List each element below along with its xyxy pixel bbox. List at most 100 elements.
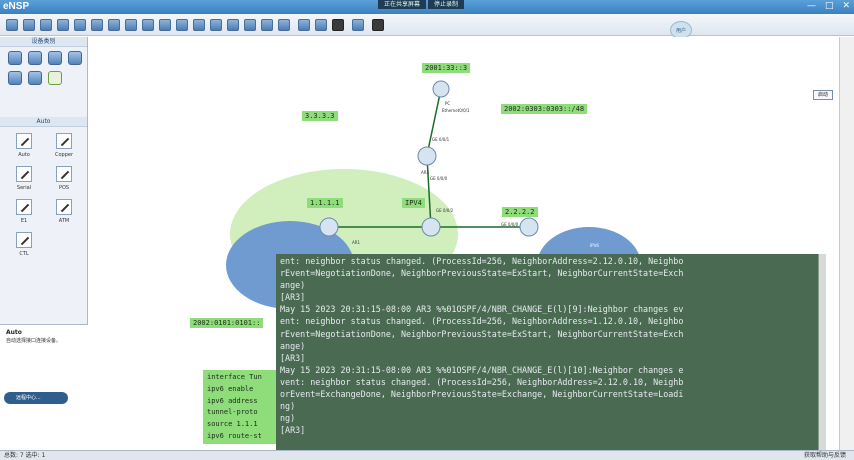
loopback-111-label[interactable]: 1.1.1.1 xyxy=(307,198,343,208)
ipv6-left-label[interactable]: 2002:0101:0101:: xyxy=(190,318,264,328)
save-as-icon[interactable] xyxy=(74,19,86,31)
ar3-router-icon[interactable] xyxy=(417,146,437,166)
left-router-icon[interactable] xyxy=(319,217,339,237)
cable-label: Copper xyxy=(54,152,74,158)
terminal-scrollbar[interactable] xyxy=(818,254,826,450)
canvas-vertical-scrollbar[interactable] xyxy=(839,37,854,450)
terminal-line: ent: neighbor status changed. (ProcessId… xyxy=(280,316,684,327)
maximize-button[interactable]: □ xyxy=(825,1,834,11)
ar1-name-label: AR1 xyxy=(352,240,361,245)
auto-cable-icon xyxy=(16,133,32,149)
device-category-header: 设备类别 xyxy=(0,37,87,47)
delete-link-icon[interactable] xyxy=(193,19,205,31)
firewall-category-icon[interactable] xyxy=(68,51,82,65)
print-icon[interactable] xyxy=(91,19,103,31)
help-feedback-link[interactable]: 获取帮助与反馈 xyxy=(804,451,846,460)
terminal-category-icon[interactable] xyxy=(8,71,22,85)
capture-icon[interactable] xyxy=(332,19,344,31)
zoom-out-icon[interactable] xyxy=(261,19,273,31)
ar1-router-icon[interactable] xyxy=(421,217,441,237)
cable-ctl[interactable]: CTL xyxy=(4,232,44,257)
new-example-icon[interactable] xyxy=(23,19,35,31)
cable-serial[interactable]: Serial xyxy=(4,166,44,191)
terminal-line: ent: neighbor status changed. (ProcessId… xyxy=(280,256,684,266)
console-icon[interactable] xyxy=(352,19,364,31)
undo-icon[interactable] xyxy=(108,19,120,31)
description-title: Auto xyxy=(6,329,22,336)
cable-header: Auto xyxy=(0,117,87,127)
right-router-icon[interactable] xyxy=(519,217,539,237)
close-button[interactable]: ✕ xyxy=(842,1,850,11)
cable-pos[interactable]: POS xyxy=(44,166,84,191)
terminal-line: ange) xyxy=(280,340,306,351)
redo-icon[interactable] xyxy=(125,19,137,31)
copper-cable-icon xyxy=(56,133,72,149)
zoom-reset-icon[interactable] xyxy=(278,19,290,31)
loopback-333-label[interactable]: 3.3.3.3 xyxy=(302,111,338,121)
switch-category-icon[interactable] xyxy=(28,51,42,65)
terminal-line: vent: neighbor status changed. (ProcessI… xyxy=(280,376,684,387)
pc-name-label: PC xyxy=(445,101,451,106)
pos-cable-icon xyxy=(56,166,72,182)
zoom-in-icon[interactable] xyxy=(244,19,256,31)
terminal-prompt: [AR3] xyxy=(280,425,306,436)
cli-terminal[interactable]: ent: neighbor status changed. (ProcessId… xyxy=(276,254,818,450)
ipv4-area-label[interactable]: IPV4 xyxy=(402,198,425,208)
ctl-cable-icon xyxy=(16,232,32,248)
e1-cable-icon xyxy=(16,199,32,215)
delete-icon[interactable] xyxy=(176,19,188,31)
minimize-button[interactable]: — xyxy=(807,1,816,11)
remote-center-button[interactable]: 远程中心... xyxy=(4,392,68,404)
terminal-line: May 15 2023 20:31:15-08:00 AR3 %%01OSPF/… xyxy=(280,364,684,375)
new-topology-icon[interactable] xyxy=(6,19,18,31)
stop-device-icon[interactable] xyxy=(315,19,327,31)
window-controls: — □ ✕ xyxy=(807,1,850,11)
router-category-icon[interactable] xyxy=(8,51,22,65)
terminal-line: May 15 2023 20:31:15-08:00 AR3 %%01OSPF/… xyxy=(280,304,684,315)
open-icon[interactable] xyxy=(40,19,52,31)
stop-recording-button[interactable]: 停止录制 xyxy=(428,0,465,9)
loopback-222-label[interactable]: 2.2.2.2 xyxy=(502,207,538,217)
cable-e1[interactable]: E1 xyxy=(4,199,44,224)
right-port-label: GE 0/0/0 xyxy=(501,222,519,227)
status-bar: 总数: 7 选中: 1 获取帮助与反馈 xyxy=(0,450,854,460)
cable-atm[interactable]: ATM xyxy=(44,199,84,224)
select-icon[interactable] xyxy=(142,19,154,31)
ar3-port-label-2: GE 0/0/0 xyxy=(430,176,448,181)
text-icon[interactable] xyxy=(210,19,222,31)
ipv6-right-label[interactable]: 2002:0303:0303::/48 xyxy=(501,104,588,114)
topology-icon[interactable] xyxy=(372,19,384,31)
cable-label: Serial xyxy=(16,185,32,191)
other-device-category-icon[interactable] xyxy=(28,71,42,85)
device-category-grid xyxy=(0,47,87,89)
link-pc-ar3[interactable] xyxy=(426,88,442,156)
atm-cable-icon xyxy=(56,199,72,215)
ipv6-right-area-label: IPV6 xyxy=(590,243,599,248)
palette-icon[interactable] xyxy=(227,19,239,31)
device-panel: 设备类别 Auto Auto Copper Serial POS E1 ATM … xyxy=(0,37,88,450)
description-text: 自动选择接口连接设备。 xyxy=(6,338,62,344)
terminal-line: [AR3] xyxy=(280,292,306,303)
start-device-icon[interactable] xyxy=(298,19,310,31)
move-icon[interactable] xyxy=(159,19,171,31)
sharing-indicator[interactable]: 正在共享屏幕 xyxy=(378,0,427,9)
wlan-category-icon[interactable] xyxy=(48,51,62,65)
terminal-line: orEvent=ExchangeDone, NeighborPreviousSt… xyxy=(280,389,684,400)
ar3-port-label: GE 0/0/1 xyxy=(432,137,450,142)
ar1-port-label: GE 0/0/2 xyxy=(436,208,454,213)
cable-category-icon[interactable] xyxy=(48,71,62,85)
ipv6-top-label[interactable]: 2001:33::3 xyxy=(422,63,471,73)
cable-auto[interactable]: Auto xyxy=(4,133,44,158)
terminal-line: [AR3] xyxy=(280,352,306,363)
ar3-name-label: AR3 xyxy=(421,170,430,175)
main-toolbar: 用户 xyxy=(0,14,854,39)
terminal-line: ange) xyxy=(280,280,306,291)
cable-copper[interactable]: Copper xyxy=(44,133,84,158)
terminal-line: rEvent=NegotiationDone, NeighborPrevious… xyxy=(280,328,684,339)
save-icon[interactable] xyxy=(57,19,69,31)
user-label: 用户 xyxy=(675,28,686,34)
launch-button[interactable]: 启动 xyxy=(813,90,833,100)
pc-node-icon[interactable] xyxy=(432,80,450,98)
terminal-line: rEvent=NegotiationDone, NeighborPrevious… xyxy=(280,268,684,279)
cable-label: E1 xyxy=(20,218,28,224)
